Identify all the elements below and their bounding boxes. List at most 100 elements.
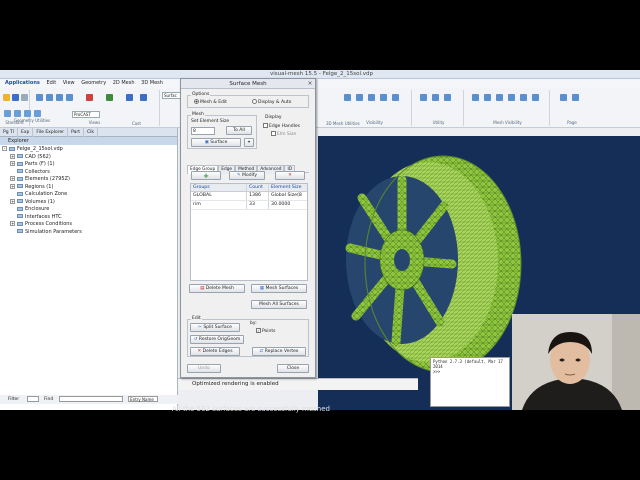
geometry-tool-icon[interactable]: [4, 110, 11, 117]
split-surface-button[interactable]: ✂ Split Surface: [190, 323, 240, 332]
save-icon[interactable]: [12, 94, 19, 101]
table-row[interactable]: GLOBAL 1386 Global Size(8: [191, 192, 307, 201]
folder-icon: [17, 229, 23, 233]
menu-2d-mesh[interactable]: 2D Mesh: [113, 79, 135, 88]
menu-view[interactable]: View: [63, 79, 75, 88]
delete-group-button[interactable]: ✕: [275, 171, 305, 180]
delete-mesh-button[interactable]: ▤ Delete Mesh: [189, 284, 245, 293]
view-side-icon[interactable]: [56, 94, 63, 101]
close-icon[interactable]: ×: [307, 81, 313, 87]
display-auto-radio[interactable]: Display & Auto: [252, 99, 291, 105]
tab-pg-tl[interactable]: Pg Tl: [0, 128, 18, 137]
view-top-icon[interactable]: [46, 94, 53, 101]
tree-item[interactable]: Collectors: [2, 169, 175, 177]
menu-edit[interactable]: Edit: [46, 79, 56, 88]
table-row[interactable]: rim 33 30.0000: [191, 201, 307, 210]
find-input[interactable]: [58, 395, 123, 402]
elm-size-checkbox[interactable]: Elm Size: [271, 131, 296, 137]
modify-button[interactable]: ✎ Modify: [229, 171, 265, 180]
python-console[interactable]: Python 2.7.3 (default, Mar 17 2014 >>>: [430, 357, 510, 407]
explorer-header: Explorer: [0, 137, 177, 145]
geometry-tool-icon[interactable]: [24, 110, 31, 117]
visibility-tool-icon[interactable]: [368, 94, 375, 101]
restore-orig-geom-button[interactable]: ↺ Restore OrigGeom: [190, 335, 244, 344]
undo-button[interactable]: Undo: [187, 364, 221, 373]
geometry-tool-icon[interactable]: [34, 110, 41, 117]
tree-item[interactable]: + Parts (F) (1): [2, 161, 175, 169]
mesh-visibility-icon[interactable]: [484, 94, 491, 101]
filter-input[interactable]: [26, 395, 39, 402]
element-size-input[interactable]: 8: [191, 127, 215, 135]
tree-item[interactable]: + Process Conditions: [2, 221, 175, 229]
visibility-tool-icon[interactable]: [356, 94, 363, 101]
tab-part[interactable]: Part: [68, 128, 84, 137]
tree-item[interactable]: Calculation Zone: [2, 191, 175, 199]
mesh-visibility-icon[interactable]: [472, 94, 479, 101]
surface-select[interactable]: Surfac: [162, 92, 182, 99]
utility-tool-icon[interactable]: [420, 94, 427, 101]
print-icon[interactable]: [21, 94, 28, 101]
page-tool-icon[interactable]: [560, 94, 567, 101]
tree-item[interactable]: + CAD (562): [2, 153, 175, 162]
tree-item[interactable]: - Felge_2_15sol.vdp: [2, 146, 175, 154]
menu-applications[interactable]: Applications: [5, 79, 40, 88]
tree-item[interactable]: + Regions (1): [2, 183, 175, 192]
expand-toggle-icon[interactable]: +: [10, 161, 15, 166]
tab-file-explorer[interactable]: File Explorer: [33, 128, 69, 137]
expand-toggle-icon[interactable]: +: [10, 176, 15, 181]
tree-item[interactable]: + Volumes (1): [2, 198, 175, 207]
to-all-button[interactable]: To All: [226, 126, 252, 135]
mesh-edit-radio[interactable]: Mesh & Edit: [194, 99, 227, 105]
rotate-icon[interactable]: [106, 94, 113, 101]
tree-item[interactable]: Simulation Parameters: [2, 229, 175, 237]
tree-item[interactable]: + Elements (2795Z): [2, 176, 175, 184]
page-tool-icon[interactable]: [572, 94, 579, 101]
entry-name-select[interactable]: Entry Name: [128, 395, 159, 402]
fit-icon[interactable]: [140, 94, 147, 101]
points-checkbox[interactable]: ✓ Points: [256, 328, 276, 334]
visibility-tool-icon[interactable]: [344, 94, 351, 101]
col-element-size: Element Size: [271, 185, 302, 190]
tab-clk[interactable]: Clk: [84, 128, 98, 137]
utility-tool-icon[interactable]: [444, 94, 451, 101]
surface-button[interactable]: ▣ Surface: [191, 138, 241, 147]
menu-geometry[interactable]: Geometry: [81, 79, 106, 88]
view-front-icon[interactable]: [36, 94, 43, 101]
mesh-surfaces-button[interactable]: ▦ Mesh Surfaces: [251, 284, 307, 293]
open-icon[interactable]: [3, 94, 10, 101]
replace-vertex-button[interactable]: ⇄ Replace Vertex: [252, 347, 306, 356]
visibility-tool-icon[interactable]: [392, 94, 399, 101]
tree-item[interactable]: Interfaces HTC: [2, 214, 175, 222]
view-iso-icon[interactable]: [66, 94, 73, 101]
close-button[interactable]: Close: [277, 364, 309, 373]
expand-toggle-icon[interactable]: +: [10, 183, 15, 189]
ribbon-group-geometry-utilities: Geometry Utilities: [0, 110, 64, 124]
utility-tool-icon[interactable]: [432, 94, 439, 101]
mesh-all-surfaces-button[interactable]: Mesh All Surfaces: [251, 300, 307, 309]
expand-toggle-icon[interactable]: +: [10, 198, 15, 204]
cast-solver-select[interactable]: ProCAST: [72, 111, 100, 118]
mesh-visibility-icon[interactable]: [496, 94, 503, 101]
cell-group: rim: [191, 201, 247, 209]
explorer-panel: Pg Tl Exp File Explorer Part Clk Explorer - F…: [0, 128, 178, 410]
delete-edges-button[interactable]: ✕ Delete Edges: [190, 347, 240, 356]
tree-item-label: Calculation Zone: [25, 191, 68, 197]
zoom-icon[interactable]: [126, 94, 133, 101]
menu-3d-mesh[interactable]: 3D Mesh: [141, 79, 163, 88]
geometry-tool-icon[interactable]: [14, 110, 21, 117]
mesh-visibility-icon[interactable]: [532, 94, 539, 101]
edit-group: Edit ✂ Split Surface by: ✓ Points ↺ Resto…: [187, 316, 309, 357]
tree-item[interactable]: Enclosure: [2, 206, 175, 214]
pick-surface-icon[interactable]: ⌖: [244, 138, 254, 147]
expand-toggle-icon[interactable]: +: [10, 221, 15, 226]
tab-exp[interactable]: Exp: [18, 128, 34, 137]
expand-toggle-icon[interactable]: -: [2, 146, 7, 151]
expand-toggle-icon[interactable]: +: [10, 153, 15, 159]
edge-handles-checkbox[interactable]: Edge Handles: [263, 123, 300, 129]
ribbon-group-utility: Utility: [414, 90, 464, 126]
mesh-visibility-icon[interactable]: [508, 94, 515, 101]
mesh-visibility-icon[interactable]: [520, 94, 527, 101]
add-group-button[interactable]: +: [191, 171, 221, 180]
axis-icon[interactable]: [86, 94, 93, 101]
visibility-tool-icon[interactable]: [380, 94, 387, 101]
